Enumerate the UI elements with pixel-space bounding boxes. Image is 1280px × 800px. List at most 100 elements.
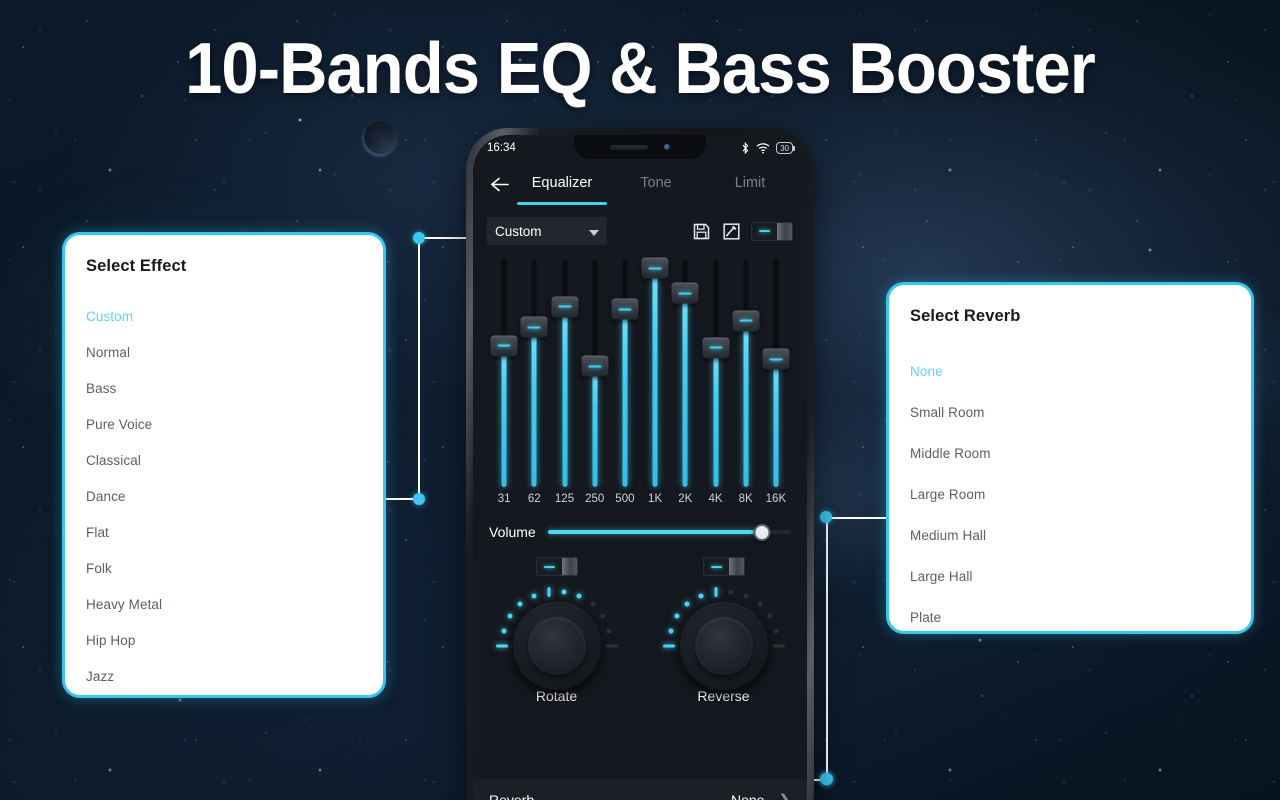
eq-band-thumb-16K[interactable] [762, 348, 790, 370]
eq-band-thumb-1K[interactable] [641, 257, 669, 279]
connector-dot-left-corner [413, 232, 425, 244]
knob-led-indicator [501, 628, 507, 633]
eq-band-thumb-8K[interactable] [732, 310, 760, 332]
rotate-knob[interactable] [493, 586, 621, 690]
eq-band-track-500[interactable] [622, 259, 628, 487]
volume-label: Volume [489, 524, 536, 540]
reverse-knob-dial[interactable] [679, 602, 768, 690]
reverb-row-value: None [730, 792, 765, 800]
volume-thumb[interactable] [753, 523, 771, 541]
knob-led-indicator [576, 593, 582, 599]
rotate-knob-dial[interactable] [512, 602, 601, 690]
effect-item-classical[interactable]: Classical [86, 443, 371, 479]
preset-dropdown[interactable]: Custom [487, 217, 607, 245]
effect-item-custom[interactable]: Custom [86, 299, 371, 335]
knob-led-indicator [698, 593, 704, 599]
status-bar: 16:34 30 [473, 135, 807, 161]
eq-band-track-16K[interactable] [773, 259, 779, 487]
eq-band-label-16K: 16K [765, 493, 787, 505]
connector-dot-right-corner [820, 511, 832, 523]
knob-led-indicator [668, 628, 674, 633]
eq-band-fill-16K [773, 359, 779, 487]
tab-limit[interactable]: Limit [703, 175, 797, 193]
eq-band-thumb-2K[interactable] [671, 282, 699, 304]
knob-led-indicator [600, 613, 606, 619]
eq-band-track-8K[interactable] [743, 259, 749, 487]
effect-item-flat[interactable]: Flat [86, 515, 371, 551]
back-arrow-icon[interactable] [483, 168, 515, 200]
tab-tone[interactable]: Tone [609, 175, 703, 193]
knob-led-indicator [767, 613, 773, 619]
knob-led-indicator [531, 593, 537, 599]
eq-band-thumb-62[interactable] [520, 316, 548, 338]
save-icon[interactable] [691, 221, 711, 241]
eq-band-label-8K: 8K [738, 493, 753, 505]
effect-item-bass[interactable]: Bass [86, 371, 371, 407]
reverb-item-large-hall[interactable]: Large Hall [910, 556, 1239, 597]
knob-led-indicator [517, 601, 523, 607]
knob-led-indicator [674, 613, 680, 619]
phone-mockup: 16:34 30 Equalizer Tone Limit Custom 31 … [466, 128, 814, 800]
knob-led-indicator [495, 644, 508, 648]
reverb-item-middle-room[interactable]: Middle Room [910, 433, 1239, 474]
reverb-item-large-room[interactable]: Large Room [910, 474, 1239, 515]
status-time: 16:34 [487, 142, 516, 154]
reverse-knob-label: Reverse [697, 688, 750, 704]
effect-item-hip-hop[interactable]: Hip Hop [86, 623, 371, 659]
status-icons: 30 [741, 141, 795, 155]
reverse-knob[interactable] [660, 586, 788, 690]
eq-band-track-31[interactable] [501, 259, 507, 487]
reverb-item-plate[interactable]: Plate [910, 597, 1239, 631]
wifi-icon [756, 143, 770, 154]
edit-icon[interactable] [721, 221, 741, 241]
rotate-knob-cell: Rotate [473, 557, 640, 704]
eq-band-track-125[interactable] [562, 259, 567, 487]
chevron-down-icon [589, 229, 599, 236]
eq-band-fill-4K [713, 347, 718, 487]
reverb-item-medium-hall[interactable]: Medium Hall [910, 515, 1239, 556]
reverse-toggle-switch-icon[interactable] [702, 557, 745, 576]
knob-led-indicator [714, 586, 718, 597]
eq-band-track-1K[interactable] [652, 259, 658, 487]
battery-indicator: 30 [776, 142, 795, 154]
connector-dot-reverb-row [821, 773, 833, 785]
effect-item-dance[interactable]: Dance [86, 479, 371, 515]
eq-band-thumb-500[interactable] [611, 298, 639, 320]
volume-row: Volume [489, 523, 791, 541]
eq-band-fill-125 [562, 306, 567, 487]
select-effect-title: Select Effect [86, 257, 187, 275]
eq-band-thumb-125[interactable] [551, 296, 578, 318]
knob-led-indicator [772, 644, 785, 648]
reverb-item-small-room[interactable]: Small Room [910, 392, 1239, 433]
effect-item-folk[interactable]: Folk [86, 551, 371, 587]
eq-band-thumb-4K[interactable] [702, 337, 729, 359]
tab-bar: Equalizer Tone Limit [473, 161, 807, 207]
eq-band-label-1K: 1K [648, 493, 663, 505]
eq-band-thumb-31[interactable] [490, 335, 518, 357]
effect-item-jazz[interactable]: Jazz [86, 659, 371, 695]
preset-dropdown-value: Custom [495, 223, 542, 239]
effect-item-heavy-metal[interactable]: Heavy Metal [86, 587, 371, 623]
reverse-knob-cell: Reverse [640, 557, 807, 704]
knob-led-indicator [561, 589, 567, 595]
page-title: 10-Bands EQ & Bass Booster [185, 29, 1096, 109]
effect-item-pure-voice[interactable]: Pure Voice [86, 407, 371, 443]
eq-band-label-2K: 2K [678, 493, 693, 505]
knob-led-indicator [547, 586, 551, 597]
eq-band-track-62[interactable] [531, 259, 537, 487]
connector-dot-left-elbow [413, 493, 425, 505]
eq-band-track-4K[interactable] [713, 259, 718, 487]
connector-line-left-vert [418, 237, 420, 499]
eq-toolbar: Custom [473, 207, 807, 245]
volume-slider[interactable] [547, 523, 791, 541]
equalizer-frequency-labels: 31 62 125 250 500 1K 2K 4K 8K 16K [489, 493, 791, 511]
reverb-item-none[interactable]: None [910, 351, 1239, 392]
chevron-right-icon[interactable]: ❯ [778, 791, 791, 800]
toggle-switch-icon[interactable] [751, 221, 793, 241]
effect-item-normal[interactable]: Normal [86, 335, 371, 371]
eq-band-thumb-250[interactable] [581, 355, 609, 377]
tab-equalizer[interactable]: Equalizer [515, 175, 609, 193]
rotate-toggle-switch-icon[interactable] [535, 557, 578, 576]
reverb-setting-row[interactable]: Reverb None ❯ [473, 779, 807, 800]
knob-led-indicator [590, 601, 596, 607]
